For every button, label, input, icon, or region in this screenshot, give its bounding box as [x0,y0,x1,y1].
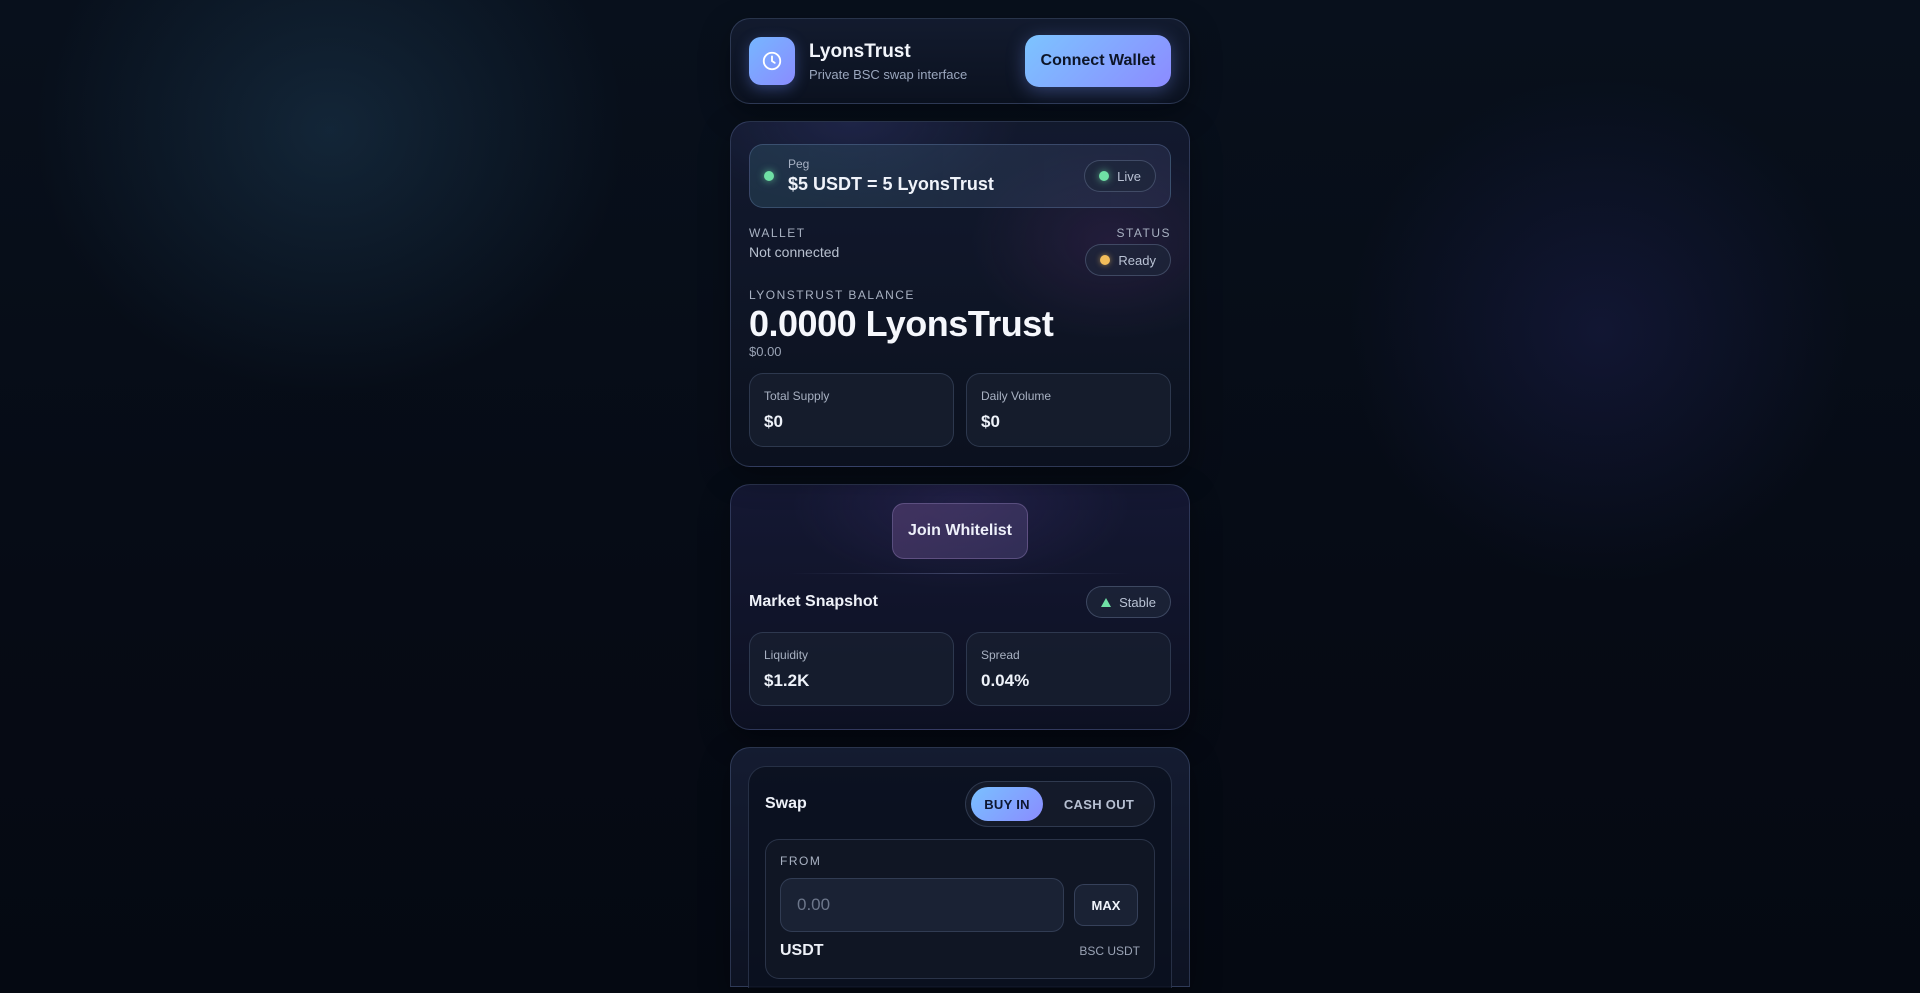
connect-wallet-button[interactable]: Connect Wallet [1025,35,1171,87]
market-card: Join Whitelist Market Snapshot Stable Li… [730,484,1190,730]
supply-stats: Total Supply $0 Daily Volume $0 [749,373,1171,447]
amount-row: MAX [780,878,1140,932]
stat-label: Spread [981,648,1020,662]
peg-text: Peg $5 USDT = 5 LyonsTrust [788,157,994,195]
stat-value: 0.04% [981,671,1030,690]
swap-title: Swap [765,795,807,812]
live-label: Live [1117,168,1141,184]
peg-panel: Peg $5 USDT = 5 LyonsTrust Live [749,144,1171,208]
token-network: BSC USDT [1079,944,1140,958]
brand-subtitle: Private BSC swap interface [809,66,968,82]
balance-value: 0.0000 LyonsTrust [749,303,1054,344]
join-whitelist-button[interactable]: Join Whitelist [892,503,1028,559]
stat-value: $1.2K [764,671,810,690]
live-badge: Live [1084,160,1156,192]
swap-mode-toggle: BUY IN CASH OUT [965,781,1155,827]
stat-value: $0 [981,412,1000,431]
swap-panel: Swap BUY IN CASH OUT FROM MAX USDT BSC U… [748,766,1172,988]
app-header: LyonsTrust Private BSC swap interface Co… [730,18,1190,104]
from-label: FROM [780,854,822,868]
from-panel: FROM MAX USDT BSC USDT [765,839,1155,979]
token-row: USDT BSC USDT [780,942,1140,960]
status-dot [1100,255,1111,265]
app-column: LyonsTrust Private BSC swap interface Co… [730,18,1190,988]
stat-label: Total Supply [764,389,830,403]
wallet-value: Not connected [749,244,840,260]
balance-usd: $0.00 [749,344,782,359]
divider [789,573,1131,574]
brand-block: LyonsTrust Private BSC swap interface [809,41,1025,82]
max-button[interactable]: MAX [1074,884,1138,926]
trend-label: Stable [1119,594,1156,610]
triangle-up-icon [1101,597,1112,607]
peg-label: Peg [788,157,810,171]
stat-spread: Spread 0.04% [966,632,1171,706]
token-name: USDT [780,942,824,959]
stat-label: Daily Volume [981,389,1052,403]
market-header: Market Snapshot Stable [749,586,1171,618]
peg-status-dot [764,171,774,181]
wallet-status-row: WALLET Not connected STATUS Ready [749,226,1171,276]
tab-buy-in[interactable]: BUY IN [971,787,1043,821]
balance-label: LYONSTRUST BALANCE [749,288,915,302]
status-badge: Ready [1085,244,1171,276]
stat-value: $0 [764,412,783,431]
live-dot [1099,171,1110,181]
market-stats: Liquidity $1.2K Spread 0.04% [749,632,1171,706]
stat-label: Liquidity [764,648,809,662]
app-logo [749,37,795,85]
swap-header: Swap BUY IN CASH OUT [765,781,1155,827]
wallet-block: WALLET Not connected [749,226,839,276]
status-block: STATUS Ready [1085,226,1171,276]
stat-liquidity: Liquidity $1.2K [749,632,954,706]
tab-cash-out[interactable]: CASH OUT [1049,787,1149,821]
status-label: STATUS [1116,226,1171,240]
swap-card: Swap BUY IN CASH OUT FROM MAX USDT BSC U… [730,747,1190,988]
wallet-label: WALLET [749,226,806,240]
market-title: Market Snapshot [749,593,878,610]
peg-value: $5 USDT = 5 LyonsTrust [788,174,994,194]
clock-icon [762,51,782,71]
status-value: Ready [1118,252,1156,268]
trend-badge: Stable [1086,586,1171,618]
stat-total-supply: Total Supply $0 [749,373,954,447]
stat-daily-volume: Daily Volume $0 [966,373,1171,447]
amount-input[interactable] [780,878,1064,932]
balance-card: Peg $5 USDT = 5 LyonsTrust Live WALLET N… [730,121,1190,467]
brand-name: LyonsTrust [809,40,911,62]
